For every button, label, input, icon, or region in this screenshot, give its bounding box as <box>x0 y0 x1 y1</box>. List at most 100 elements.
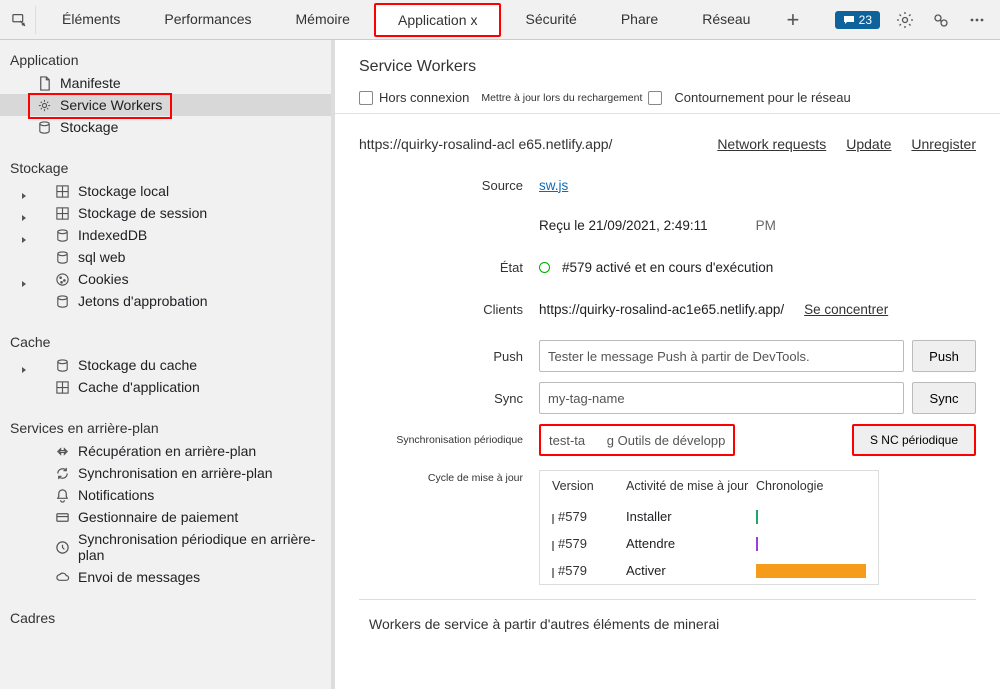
label-update-cycle: Cycle de mise à jour <box>359 466 539 484</box>
timeline-version: #579 <box>552 536 626 551</box>
card-icon <box>54 509 70 525</box>
link-update[interactable]: Update <box>846 136 891 152</box>
pm-text: PM <box>756 218 776 233</box>
sidebar-item-websql[interactable]: sql web <box>0 246 331 268</box>
chevron-right-icon <box>20 209 28 217</box>
sidebar-item-cookies[interactable]: Cookies <box>0 268 331 290</box>
sidebar-item-label: Service Workers <box>60 97 162 113</box>
timeline-head-timeline: Chronologie <box>756 479 866 493</box>
sidebar-section-cache: Cache <box>0 328 331 354</box>
messages-badge[interactable]: 23 <box>835 11 880 29</box>
database-icon <box>54 249 70 265</box>
sidebar-item-storage[interactable]: Stockage <box>0 116 331 138</box>
timeline-version: #579 <box>552 509 626 524</box>
tab-network[interactable]: Réseau <box>680 0 772 39</box>
tab-application[interactable]: Application x <box>374 3 502 37</box>
sidebar-section-storage: Stockage <box>0 154 331 180</box>
sw-origin: https://quirky-rosalind-acl e65.netlify.… <box>359 136 612 152</box>
settings-icon[interactable] <box>894 9 916 31</box>
tab-application-label: Application <box>398 12 467 28</box>
sidebar-item-local-storage[interactable]: Stockage local <box>0 180 331 202</box>
database-icon <box>54 293 70 309</box>
sidebar-item-notifications[interactable]: Notifications <box>0 484 331 506</box>
sidebar-item-periodic-sync[interactable]: Synchronisation périodique en arrière-pl… <box>0 528 331 566</box>
bell-icon <box>54 487 70 503</box>
offline-checkbox[interactable]: Hors connexion <box>359 90 469 105</box>
bypass-checkbox[interactable]: Contournement pour le réseau <box>674 90 850 105</box>
link-focus[interactable]: Se concentrer <box>804 302 888 317</box>
dock-icon[interactable] <box>930 9 952 31</box>
periodic-sync-input[interactable] <box>539 424 735 456</box>
sidebar-item-label: Cookies <box>78 271 129 287</box>
fetch-icon <box>54 443 70 459</box>
grid-icon <box>54 205 70 221</box>
status-indicator-icon <box>539 262 550 273</box>
sidebar-item-label: IndexedDB <box>78 227 147 243</box>
sidebar-item-trust-tokens[interactable]: Jetons d'approbation <box>0 290 331 312</box>
tab-performance[interactable]: Performances <box>142 0 273 39</box>
client-url: https://quirky-rosalind-ac1e65.netlify.a… <box>539 302 784 317</box>
sidebar-item-payment[interactable]: Gestionnaire de paiement <box>0 506 331 528</box>
database-icon <box>36 119 52 135</box>
sidebar: Application Manifeste Service Workers St… <box>0 40 335 689</box>
tab-memory[interactable]: Mémoire <box>274 0 372 39</box>
timeline-version: #579 <box>552 563 626 578</box>
cookie-icon <box>54 271 70 287</box>
sync-input[interactable] <box>539 382 904 414</box>
tabs-container: Éléments Performances Mémoire Applicatio… <box>40 0 835 39</box>
gear-icon <box>36 97 52 113</box>
sidebar-item-label: Jetons d'approbation <box>78 293 208 309</box>
other-workers-section: Workers de service à partir d'autres élé… <box>359 599 976 640</box>
close-icon[interactable]: x <box>470 12 477 28</box>
bypass-label: Contournement pour le réseau <box>674 90 850 105</box>
timeline-head-activity: Activité de mise à jour <box>626 479 756 493</box>
sidebar-item-manifest[interactable]: Manifeste <box>0 72 331 94</box>
timeline-activity: Activer <box>626 563 756 578</box>
sidebar-section-bg-services: Services en arrière-plan <box>0 414 331 440</box>
sidebar-item-cache-storage[interactable]: Stockage du cache <box>0 354 331 376</box>
grid-icon <box>54 183 70 199</box>
sidebar-item-label: Synchronisation périodique en arrière-pl… <box>78 531 321 563</box>
more-tabs-button[interactable]: + <box>772 7 813 33</box>
sidebar-item-bg-sync[interactable]: Synchronisation en arrière-plan <box>0 462 331 484</box>
link-sw-file[interactable]: sw.js <box>539 178 568 193</box>
sw-header: Service Workers Hors connexion Mettre à … <box>335 40 1000 114</box>
inspect-icon[interactable] <box>4 6 36 34</box>
sidebar-item-push[interactable]: Envoi de messages <box>0 566 331 588</box>
tab-security[interactable]: Sécurité <box>503 0 598 39</box>
sidebar-item-label: Stockage local <box>78 183 169 199</box>
sidebar-item-app-cache[interactable]: Cache d'application <box>0 376 331 398</box>
link-unregister[interactable]: Unregister <box>911 136 976 152</box>
sidebar-item-label: Notifications <box>78 487 154 503</box>
tab-lighthouse[interactable]: Phare <box>599 0 680 39</box>
periodic-sync-button[interactable]: S NC périodique <box>852 424 976 456</box>
content-panel: Service Workers Hors connexion Mettre à … <box>335 40 1000 689</box>
reload-checkbox[interactable]: Mettre à jour lors du rechargement <box>481 91 662 105</box>
sidebar-item-label: Envoi de messages <box>78 569 200 585</box>
sidebar-item-label: sql web <box>78 249 125 265</box>
more-icon[interactable] <box>966 9 988 31</box>
label-push: Push <box>359 349 539 364</box>
received-text: Reçu le 21/09/2021, 2:49:11 <box>539 218 708 233</box>
sidebar-item-session-storage[interactable]: Stockage de session <box>0 202 331 224</box>
chevron-right-icon <box>20 361 28 369</box>
top-tab-bar: Éléments Performances Mémoire Applicatio… <box>0 0 1000 40</box>
database-icon <box>54 227 70 243</box>
sidebar-item-bg-fetch[interactable]: Récupération en arrière-plan <box>0 440 331 462</box>
grid-icon <box>54 379 70 395</box>
timeline-bar-install <box>756 510 758 524</box>
push-button[interactable]: Push <box>912 340 976 372</box>
sync-button[interactable]: Sync <box>912 382 976 414</box>
timeline-head-version: Version <box>552 479 626 493</box>
offline-label: Hors connexion <box>379 90 469 105</box>
sidebar-item-label: Stockage <box>60 119 118 135</box>
link-network-requests[interactable]: Network requests <box>717 136 826 152</box>
tab-elements[interactable]: Éléments <box>40 0 142 39</box>
sidebar-item-service-workers[interactable]: Service Workers <box>0 94 331 116</box>
label-clients: Clients <box>359 302 539 317</box>
sidebar-item-label: Manifeste <box>60 75 121 91</box>
sidebar-item-indexeddb[interactable]: IndexedDB <box>0 224 331 246</box>
push-input[interactable] <box>539 340 904 372</box>
chevron-right-icon <box>20 231 28 239</box>
label-source: Source <box>359 178 539 193</box>
